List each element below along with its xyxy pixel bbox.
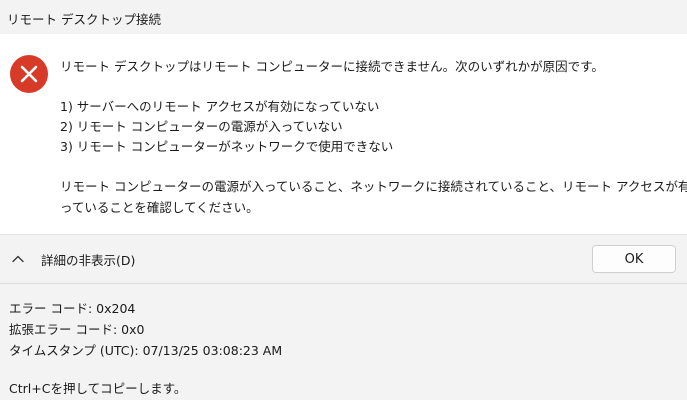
error-code: エラー コード: 0x204 bbox=[9, 301, 136, 316]
error-icon bbox=[10, 55, 48, 93]
message-area: リモート デスクトップはリモート コンピューターに接続できません。次のいずれかが… bbox=[0, 34, 687, 234]
window-title: リモート デスクトップ接続 bbox=[7, 12, 161, 27]
title-bar[interactable]: リモート デスクトップ接続 bbox=[0, 0, 687, 34]
reason-1: 1) サーバーへのリモート アクセスが有効になっていない bbox=[60, 99, 380, 114]
hide-details-label: 詳細の非表示(D) bbox=[41, 252, 136, 268]
chevron-up-icon bbox=[12, 255, 24, 263]
copy-hint: Ctrl+Cを押してコピーします。 bbox=[9, 381, 187, 396]
ok-button[interactable]: OK bbox=[592, 245, 676, 273]
error-details-panel: エラー コード: 0x204 拡張エラー コード: 0x0 タイムスタンプ (U… bbox=[0, 284, 687, 400]
advice-line-2: っていることを確認してください。 bbox=[60, 200, 259, 215]
message-intro: リモート デスクトップはリモート コンピューターに接続できません。次のいずれかが… bbox=[60, 59, 604, 74]
timestamp: タイムスタンプ (UTC): 07/13/25 03:08:23 AM bbox=[9, 343, 283, 358]
extended-error-code: 拡張エラー コード: 0x0 bbox=[9, 322, 145, 337]
button-bar: 詳細の非表示(D) OK bbox=[0, 234, 687, 284]
advice-line-1: リモート コンピューターの電源が入っていること、ネットワークに接続されていること… bbox=[60, 179, 687, 194]
reason-3: 3) リモート コンピューターがネットワークで使用できない bbox=[60, 139, 394, 154]
hide-details-toggle[interactable]: 詳細の非表示(D) bbox=[10, 247, 135, 271]
remote-desktop-error-dialog: リモート デスクトップ接続 リモート デスクトップはリモート コンピューターに接… bbox=[0, 0, 687, 400]
reason-2: 2) リモート コンピューターの電源が入っていない bbox=[60, 119, 343, 134]
